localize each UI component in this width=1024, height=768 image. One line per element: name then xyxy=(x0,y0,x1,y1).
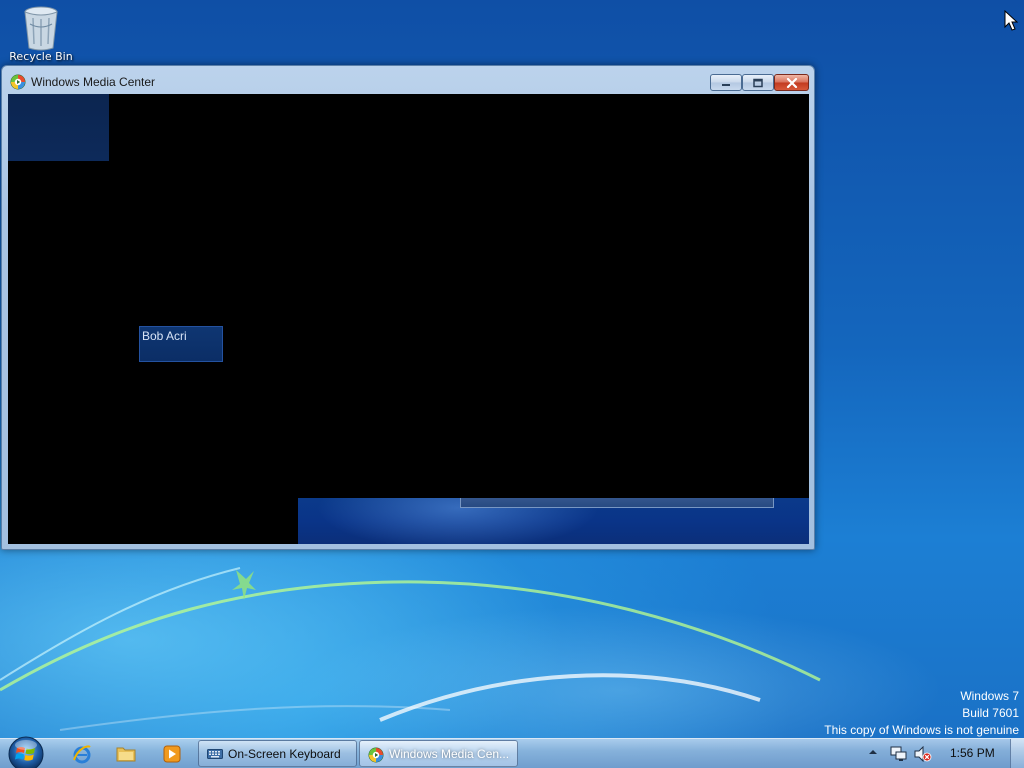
windows-media-player-icon xyxy=(163,745,181,763)
recycle-bin-label: Recycle Bin xyxy=(9,50,73,63)
close-button[interactable] xyxy=(774,74,809,91)
volume-muted-icon[interactable] xyxy=(914,746,932,762)
media-center-icon xyxy=(368,747,384,763)
desktop[interactable]: Recycle Bin Windows Media Center Bob Acr… xyxy=(0,0,1024,768)
taskbar-pin-internet-explorer[interactable] xyxy=(62,741,102,767)
taskbar-button-media-center[interactable]: Windows Media Cen... xyxy=(359,740,518,767)
taskbar-pin-windows-media-player[interactable] xyxy=(152,741,192,767)
media-center-bottom-panel xyxy=(298,498,809,544)
window-title: Windows Media Center xyxy=(31,75,156,89)
windows-watermark: Windows 7 Build 7601 This copy of Window… xyxy=(824,688,1019,739)
internet-explorer-icon xyxy=(73,745,91,764)
taskbar-pin-windows-explorer[interactable] xyxy=(106,741,146,767)
mouse-cursor-icon xyxy=(1004,10,1018,31)
taskbar-button-on-screen-keyboard[interactable]: On-Screen Keyboard xyxy=(198,740,357,767)
maximize-button[interactable] xyxy=(742,74,774,91)
minimize-icon xyxy=(722,83,730,86)
media-center-window[interactable]: Windows Media Center Bob Acri xyxy=(1,65,815,550)
recycle-bin[interactable]: Recycle Bin xyxy=(8,4,74,68)
taskbar[interactable]: On-Screen Keyboard Windows Media Cen... xyxy=(0,735,1024,768)
user-tile[interactable]: Bob Acri xyxy=(139,326,223,362)
watermark-line-build: Build 7601 xyxy=(962,706,1019,720)
windows-explorer-icon xyxy=(116,747,136,762)
show-desktop-button[interactable] xyxy=(1010,739,1024,768)
watermark-line-genuine: This copy of Windows is not genuine xyxy=(824,723,1019,737)
taskbar-button-label: On-Screen Keyboard xyxy=(228,747,341,761)
media-center-corner-tile xyxy=(8,94,109,161)
media-center-icon xyxy=(10,74,26,90)
media-center-panel-bar xyxy=(460,498,774,508)
watermark-line-edition: Windows 7 xyxy=(960,689,1019,703)
maximize-icon xyxy=(753,78,763,87)
network-icon[interactable] xyxy=(890,746,908,762)
recycle-bin-icon xyxy=(24,6,58,51)
taskbar-clock[interactable]: 1:56 PM xyxy=(950,746,995,760)
keyboard-icon xyxy=(207,749,223,759)
taskbar-button-label: Windows Media Cen... xyxy=(389,747,510,761)
close-icon xyxy=(786,77,797,88)
window-title-bar[interactable]: Windows Media Center xyxy=(2,66,814,96)
start-button[interactable] xyxy=(6,735,46,768)
minimize-button[interactable] xyxy=(710,74,742,91)
media-center-client-area[interactable]: Bob Acri xyxy=(8,94,809,544)
show-hidden-icons-arrow-icon[interactable] xyxy=(868,748,878,756)
user-name: Bob Acri xyxy=(142,329,187,343)
